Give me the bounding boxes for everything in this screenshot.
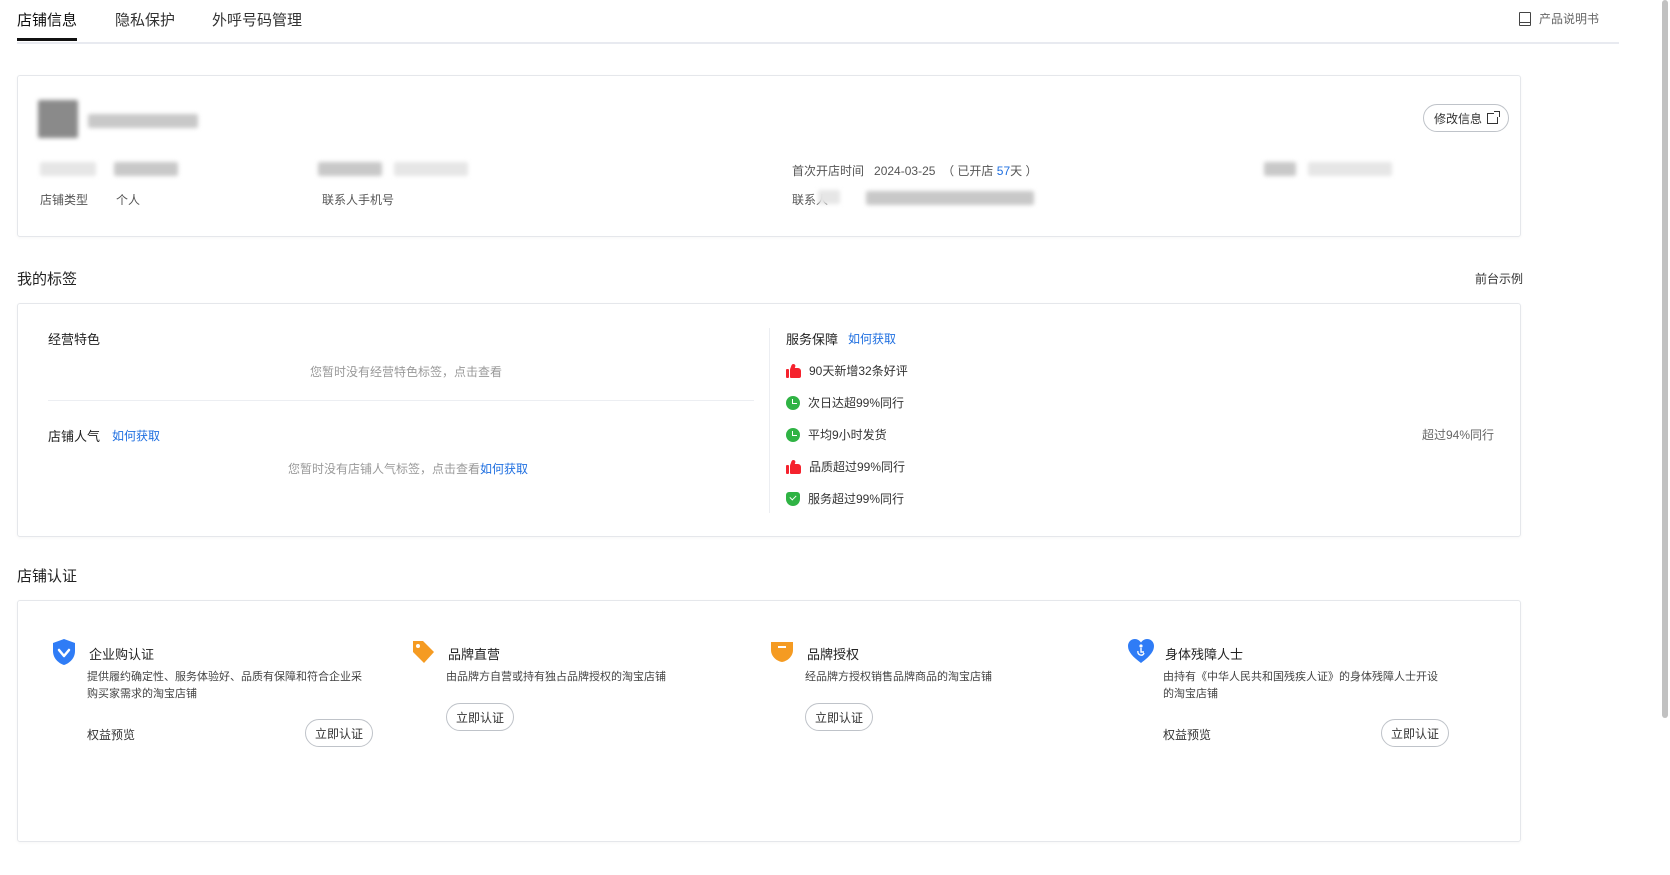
thumb-up-icon	[786, 362, 801, 378]
cert-desc-line: 购买家需求的淘宝店铺	[87, 688, 197, 700]
thumb-up-icon	[786, 458, 801, 474]
feature-empty-text[interactable]: 您暂时没有经营特色标签，点击查看	[310, 363, 502, 380]
cert-desc-line: 由持有《中华人民共和国残疾人证》的身体残障人士开设	[1163, 671, 1438, 683]
benefit-preview-link[interactable]: 权益预览	[1163, 726, 1211, 743]
shop-avatar	[38, 100, 78, 138]
tab-call-numbers[interactable]: 外呼号码管理	[212, 9, 302, 30]
cert-name-brand-authorized: 品牌授权	[807, 647, 860, 662]
service-item: 90天新增32条好评	[786, 362, 908, 379]
open-days-count: 57	[996, 164, 1011, 178]
shop-type-label: 店铺类型	[40, 193, 89, 207]
service-item-text: 服务超过99%同行	[808, 492, 905, 506]
redacted-field	[1264, 162, 1296, 176]
clock-icon	[786, 395, 800, 410]
redacted-phone	[318, 162, 382, 176]
open-date-value: 2024-03-25	[874, 164, 936, 178]
popularity-how-to-get-link[interactable]: 如何获取	[112, 427, 160, 444]
certification-card	[17, 600, 1521, 842]
service-title: 服务保障	[786, 332, 839, 347]
redacted-contact-value	[866, 191, 1034, 205]
cert-desc-brand-direct: 由品牌方自营或持有独占品牌授权的淘宝店铺	[446, 671, 666, 683]
tab-shop-info[interactable]: 店铺信息	[17, 9, 77, 30]
shield-check-icon	[786, 491, 800, 506]
cert-desc-enterprise: 提供履约确定性、服务体验好、品质有保障和符合企业采 购买家需求的淘宝店铺	[87, 669, 362, 703]
active-tab-indicator	[17, 38, 77, 41]
my-tags-title: 我的标签	[17, 271, 78, 288]
service-item: 平均9小时发货	[786, 426, 887, 443]
shop-name-redacted	[88, 114, 198, 128]
cert-name-enterprise: 企业购认证	[89, 647, 155, 662]
cert-name-brand-direct: 品牌直营	[448, 647, 501, 662]
popularity-title: 店铺人气	[48, 429, 101, 444]
page-scrollbar[interactable]	[1662, 0, 1668, 718]
book-icon	[1518, 11, 1531, 26]
service-how-to-get-link[interactable]: 如何获取	[848, 330, 896, 347]
popularity-empty-text[interactable]: 您暂时没有店铺人气标签，点击查看	[288, 462, 480, 476]
open-days-prefix: （ 已开店	[942, 164, 997, 178]
open-days-suffix: 天 ）	[1010, 164, 1038, 178]
certify-now-button[interactable]: 立即认证	[305, 719, 374, 747]
edit-info-label: 修改信息	[1434, 111, 1483, 126]
cert-desc-brand-authorized: 经品牌方授权销售品牌商品的淘宝店铺	[805, 671, 992, 683]
service-item-text: 平均9小时发货	[808, 428, 887, 442]
brand-direct-tag-icon	[413, 641, 434, 663]
service-item-text: 品质超过99%同行	[809, 460, 906, 474]
product-manual-label: 产品说明书	[1538, 12, 1599, 26]
redacted-contact-label	[818, 190, 840, 204]
external-link-icon	[1487, 110, 1501, 124]
cert-desc-line: 提供履约确定性、服务体验好、品质有保障和符合企业采	[87, 671, 362, 683]
redacted-field-value	[1308, 162, 1392, 176]
open-date-line: 首次开店时间 2024-03-25 （ 已开店 57天 ）	[792, 162, 1037, 179]
column-divider	[769, 328, 770, 513]
tab-bar: 店铺信息 隐私保护 外呼号码管理 产品说明书	[17, 0, 1619, 44]
service-item-text: 次日达超99%同行	[808, 396, 905, 410]
redacted-value	[114, 162, 178, 176]
enterprise-shield-icon	[53, 639, 75, 665]
service-item-text: 90天新增32条好评	[809, 364, 908, 378]
brand-authorized-icon	[771, 642, 793, 662]
tab-privacy[interactable]: 隐私保护	[115, 9, 175, 30]
divider	[48, 400, 754, 401]
service-item: 次日达超99%同行	[786, 394, 904, 411]
redacted-label	[40, 162, 96, 176]
service-item-compare: 超过94%同行	[1422, 428, 1495, 442]
popularity-empty-how-link[interactable]: 如何获取	[480, 462, 528, 476]
contact-phone-label: 联系人手机号	[322, 193, 395, 207]
benefit-preview-link[interactable]: 权益预览	[87, 726, 135, 743]
cert-desc-line: 的淘宝店铺	[1163, 688, 1218, 700]
tags-card: 经营特色 您暂时没有经营特色标签，点击查看 店铺人气 如何获取 您暂时没有店铺人…	[17, 303, 1521, 537]
service-item: 品质超过99%同行	[786, 458, 905, 475]
frontend-example-link[interactable]: 前台示例	[1475, 270, 1523, 287]
shop-type-value: 个人	[116, 193, 141, 207]
heart-accessibility-icon	[1128, 639, 1154, 663]
feature-title: 经营特色	[48, 332, 101, 347]
certification-title: 店铺认证	[17, 568, 78, 585]
cert-name-disabled-persons: 身体残障人士	[1165, 647, 1244, 662]
redacted-phone-2	[394, 162, 468, 176]
cert-desc-disabled-persons: 由持有《中华人民共和国残疾人证》的身体残障人士开设 的淘宝店铺	[1163, 669, 1438, 703]
clock-icon	[786, 427, 800, 442]
edit-info-button[interactable]: 修改信息	[1423, 104, 1510, 132]
certify-now-button[interactable]: 立即认证	[446, 703, 515, 731]
service-item: 服务超过99%同行	[786, 490, 904, 507]
certify-now-button[interactable]: 立即认证	[1381, 719, 1450, 747]
certify-now-button[interactable]: 立即认证	[805, 703, 874, 731]
product-manual-link[interactable]: 产品说明书	[1518, 10, 1599, 27]
popularity-empty-line: 您暂时没有店铺人气标签，点击查看如何获取	[288, 460, 528, 477]
open-date-label: 首次开店时间	[792, 164, 865, 178]
shop-info-card: 修改信息 店铺类型 个人 联系人手机号 首次开店时间 2024-03-25 （ …	[17, 75, 1521, 237]
